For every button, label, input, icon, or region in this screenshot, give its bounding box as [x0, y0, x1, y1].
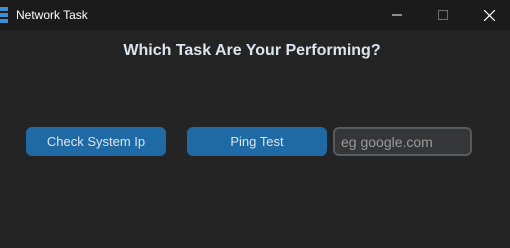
title-bar[interactable]: Network Task	[0, 0, 510, 30]
maximize-button[interactable]	[420, 0, 466, 30]
ping-test-button[interactable]: Ping Test	[187, 127, 327, 156]
close-icon	[483, 9, 495, 21]
minimize-button[interactable]	[374, 0, 420, 30]
minimize-icon	[392, 10, 402, 20]
app-icon	[0, 7, 10, 23]
window-title: Network Task	[16, 8, 88, 22]
page-heading: Which Task Are Your Performing?	[123, 42, 381, 59]
app-window: Network Task Which Task Are Your Perform…	[0, 0, 510, 248]
host-input[interactable]	[333, 127, 472, 156]
close-button[interactable]	[466, 0, 510, 30]
maximize-icon	[438, 10, 448, 20]
check-system-ip-button[interactable]: Check System Ip	[26, 127, 166, 156]
